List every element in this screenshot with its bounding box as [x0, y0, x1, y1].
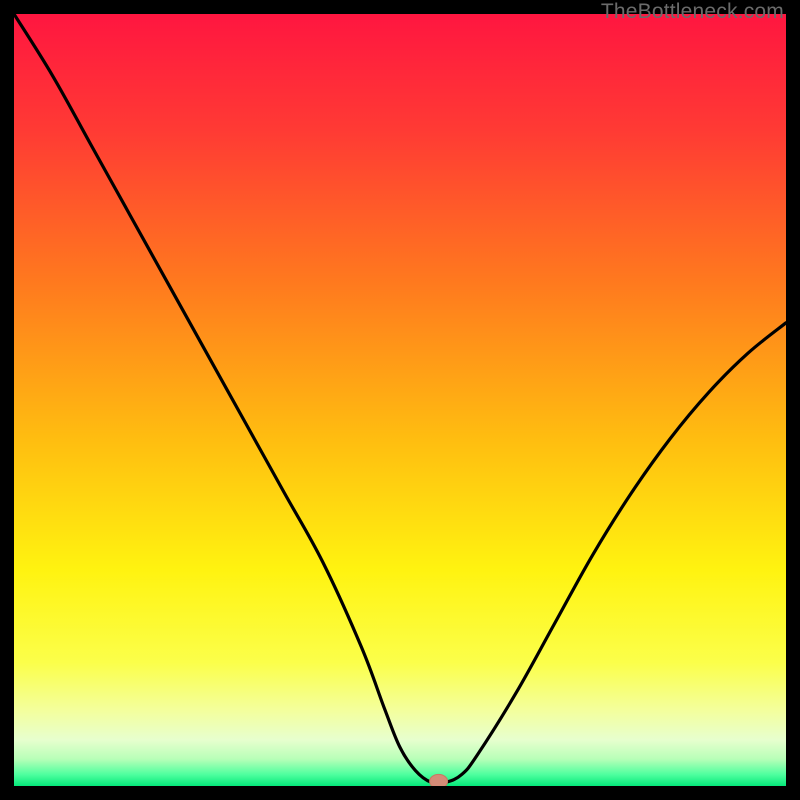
plot-area [14, 14, 786, 786]
watermark-label: TheBottleneck.com [601, 0, 784, 24]
bottleneck-curve [14, 14, 786, 786]
chart-container: TheBottleneck.com [0, 0, 800, 800]
optimal-point-marker [430, 774, 448, 786]
